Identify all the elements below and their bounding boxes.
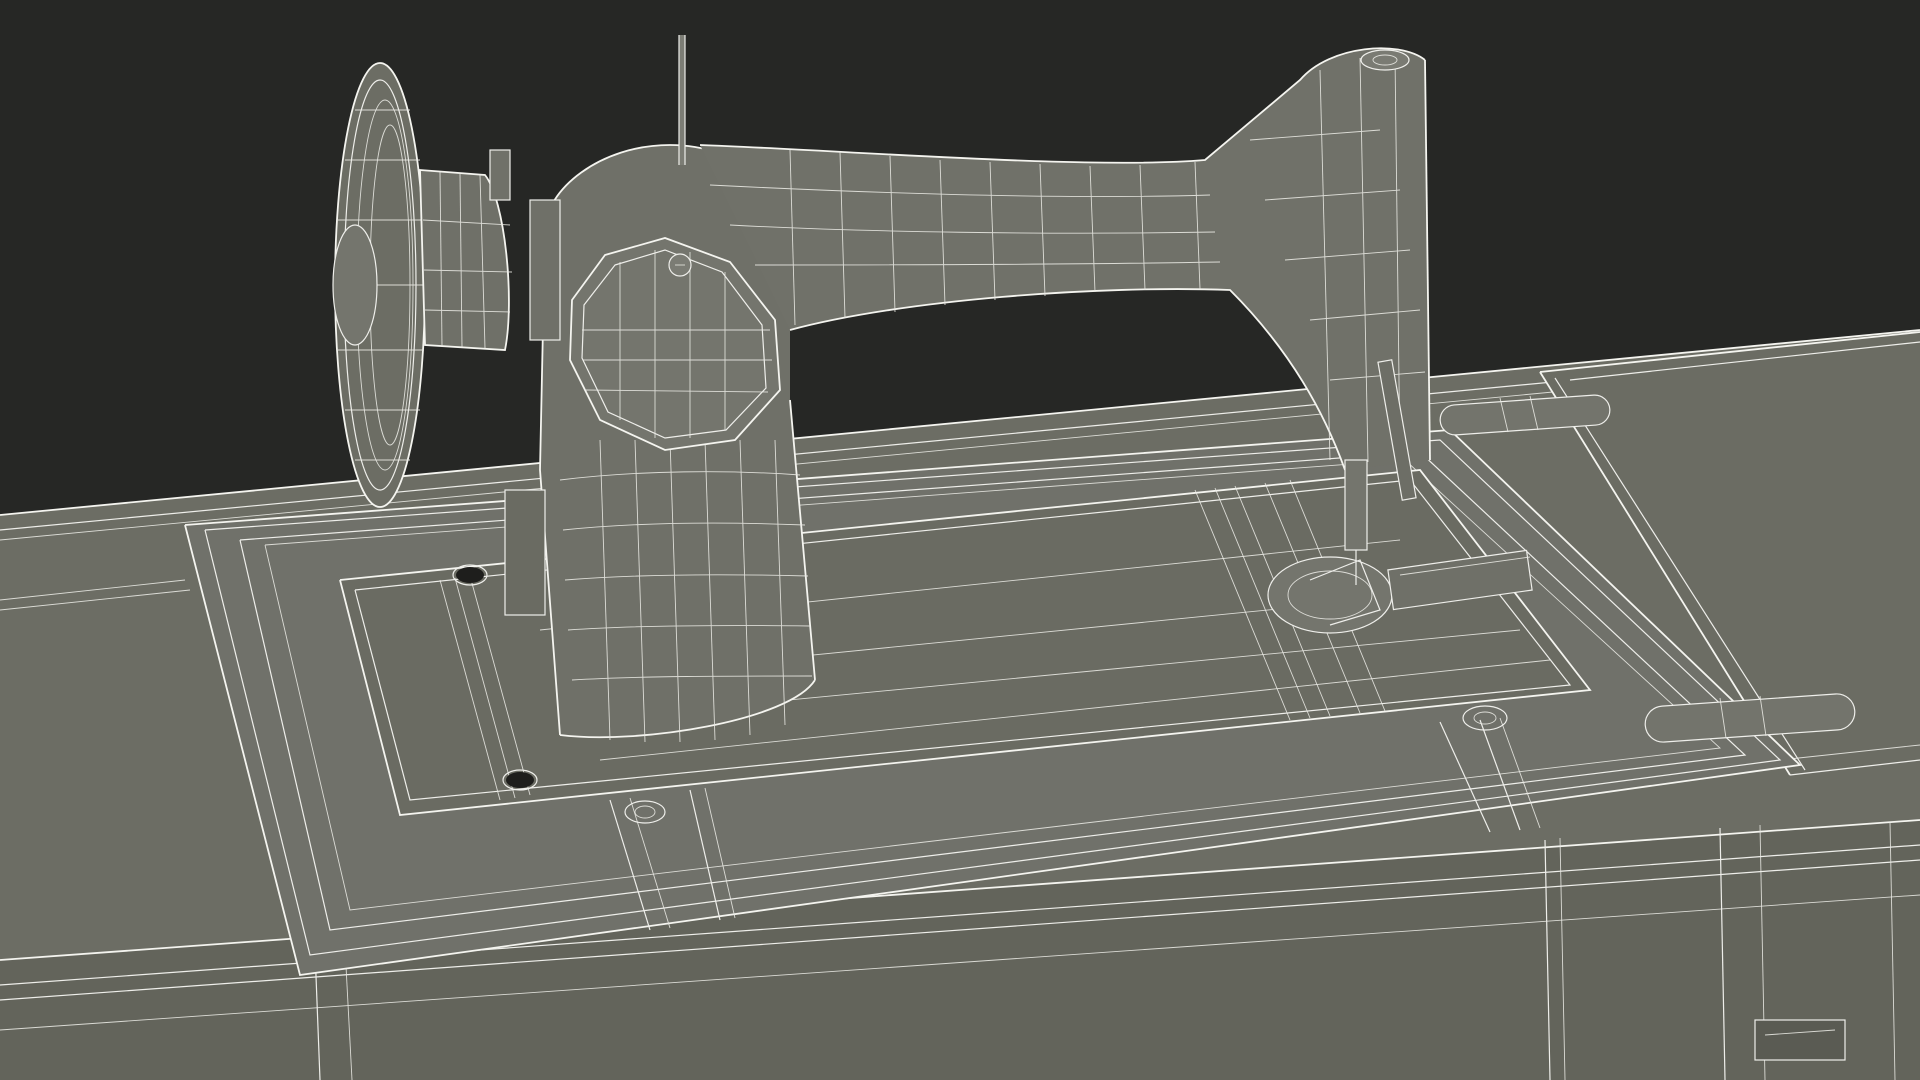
- drawer: [1754, 1019, 1846, 1061]
- 3d-viewport[interactable]: [0, 0, 1920, 1080]
- handwheel: [332, 62, 561, 508]
- wireframe-scene: [0, 35, 1920, 1080]
- spool-pin: [678, 35, 686, 165]
